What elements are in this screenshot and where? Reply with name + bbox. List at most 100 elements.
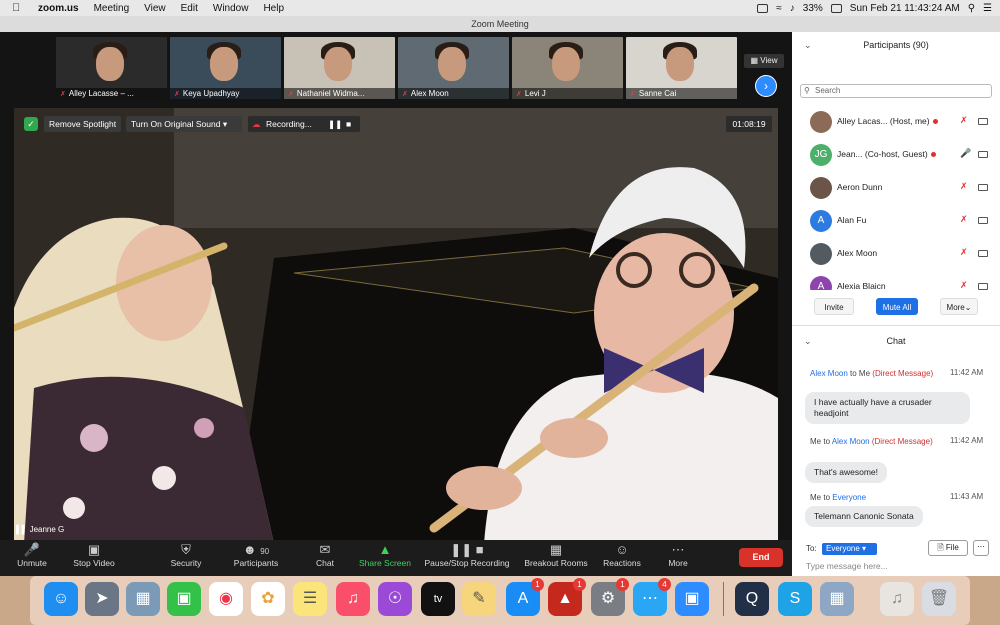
launchpad-icon[interactable]: ➤ xyxy=(85,582,119,616)
image-viewer-icon[interactable]: ▦ xyxy=(820,582,854,616)
mic-muted-icon[interactable]: ✗ xyxy=(960,115,968,126)
recipient-select[interactable]: Everyone ▾ xyxy=(822,543,877,555)
participant-row[interactable]: A Alexia Blaicn ✗ xyxy=(792,271,1000,290)
mic-muted-icon[interactable]: ✗ xyxy=(960,181,968,192)
speaker-name-label: Jeanne G xyxy=(29,525,65,534)
video-camera-icon[interactable] xyxy=(978,250,988,257)
menu-meeting[interactable]: Meeting xyxy=(94,3,130,14)
security-button[interactable]: ⛨ Security xyxy=(156,542,216,568)
system-preferences-icon[interactable]: ⚙ 1 xyxy=(591,578,629,616)
participants-icon: ☻ 90 xyxy=(242,542,270,557)
chat-message-input[interactable]: Type message here... xyxy=(806,561,888,571)
menu-edit[interactable]: Edit xyxy=(181,3,198,14)
security-shield-icon[interactable]: ✓ xyxy=(24,117,38,131)
music-document-icon[interactable]: ♫ xyxy=(880,582,914,616)
chrome-icon[interactable]: ◉ xyxy=(209,582,243,616)
chevron-down-icon: ⌄ xyxy=(964,303,972,312)
participant-row[interactable]: Alley Lacas... (Host, me) ✗ xyxy=(792,106,1000,139)
spotlight-search-icon[interactable]: ⚲ xyxy=(968,3,975,14)
more-button[interactable]: ⋯ More xyxy=(648,542,708,568)
facetime-icon[interactable]: ▣ xyxy=(167,582,201,616)
mic-muted-icon[interactable]: ✗ xyxy=(960,214,968,225)
thumbnail-0[interactable]: ✗ Alley Lacasse – ... xyxy=(56,37,167,99)
breakout-rooms-button[interactable]: ▦ Breakout Rooms xyxy=(520,542,592,568)
video-camera-icon[interactable] xyxy=(978,217,988,224)
invite-button[interactable]: Invite xyxy=(814,298,854,315)
file-button[interactable]: 🗎 File xyxy=(928,540,968,556)
unmute-button[interactable]: 🎤 Unmute xyxy=(2,542,62,568)
next-page-button[interactable]: › xyxy=(755,75,777,97)
direct-message-tag: (Direct Message) xyxy=(872,369,934,378)
more-dots-icon: ⋯ xyxy=(977,542,985,551)
security-label: Security xyxy=(170,558,202,568)
pause-recording-icon[interactable]: ❚❚ xyxy=(328,116,342,132)
zoom-icon[interactable]: ▣ xyxy=(675,582,709,616)
battery-icon[interactable] xyxy=(830,3,842,13)
meeting-toolbar: 🎤 Unmute ▣ Stop Video ⛨ Security ☻ 90 Partic… xyxy=(0,540,792,576)
thumbnail-4[interactable]: ✗ Levi J xyxy=(512,37,623,99)
remove-spotlight-button[interactable]: Remove Spotlight xyxy=(44,116,122,132)
chat-sender[interactable]: Alex Moon xyxy=(810,369,848,378)
app-store-icon[interactable]: A1 xyxy=(506,578,544,616)
zoom-window: Zoom Meeting ✗ Alley Lacasse – ... ✗ Keya … xyxy=(0,16,1000,576)
mic-muted-icon[interactable]: ✗ xyxy=(960,280,968,290)
share-screen-icon: ▲ xyxy=(378,542,392,557)
video-camera-icon[interactable] xyxy=(978,118,988,125)
quicktime-icon[interactable]: Q xyxy=(735,582,769,616)
chat-button[interactable]: ✉ Chat xyxy=(295,542,355,568)
pages-icon[interactable]: ✎ xyxy=(462,582,496,616)
control-center-icon[interactable]: ☰ xyxy=(983,3,992,14)
participants-search-input[interactable]: ⚲ Search xyxy=(800,84,992,98)
photos-icon[interactable]: ✿ xyxy=(251,582,285,616)
music-icon[interactable]: ♫ xyxy=(336,582,370,616)
participants-button[interactable]: ☻ 90 Participants xyxy=(226,542,286,568)
video-camera-icon[interactable] xyxy=(978,184,988,191)
video-camera-icon[interactable] xyxy=(978,151,988,158)
more-options-button[interactable]: More⌄ xyxy=(940,298,978,315)
thumbnail-3[interactable]: ✗ Alex Moon xyxy=(398,37,509,99)
apple-tv-icon[interactable]: tv xyxy=(421,582,455,616)
participant-row[interactable]: Aeron Dunn ✗ xyxy=(792,172,1000,205)
menu-window[interactable]: Window xyxy=(213,3,249,14)
finder-icon[interactable]: ☺ xyxy=(44,582,78,616)
zoom-status-icon[interactable] xyxy=(757,3,769,13)
acrobat-icon[interactable]: ▲ 1 xyxy=(548,578,586,616)
skype-icon[interactable]: S xyxy=(778,582,812,616)
menu-view[interactable]: View xyxy=(144,3,166,14)
participant-row[interactable]: JG Jean... (Co-host, Guest) 🎤 xyxy=(792,139,1000,172)
thumbnail-2[interactable]: ✗ Nathaniel Widma... xyxy=(284,37,395,99)
original-sound-button[interactable]: Turn On Original Sound ▾ xyxy=(126,116,242,132)
mute-all-button[interactable]: Mute All xyxy=(876,298,918,315)
thumbnail-5[interactable]: ✗ Sanne Cai xyxy=(626,37,737,99)
chevron-down-icon[interactable]: ▾ xyxy=(223,119,227,129)
chat-more-button[interactable]: ⋯ xyxy=(973,540,989,556)
chat-recipient[interactable]: Alex Moon xyxy=(832,437,870,446)
mic-icon[interactable]: 🎤 xyxy=(960,148,971,159)
stop-recording-icon[interactable]: ■ xyxy=(346,116,351,132)
chat-recipient[interactable]: Everyone xyxy=(832,493,866,502)
stop-video-button[interactable]: ▣ Stop Video xyxy=(64,542,124,568)
menu-help[interactable]: Help xyxy=(263,3,284,14)
volume-icon[interactable]: ♪ xyxy=(790,3,795,14)
participant-row[interactable]: A Alan Fu ✗ xyxy=(792,205,1000,238)
chat-title: Chat xyxy=(886,336,906,346)
end-meeting-button[interactable]: End xyxy=(739,548,783,567)
trash-icon[interactable]: 🗑 xyxy=(922,582,956,616)
notes-icon[interactable]: ☰ xyxy=(293,582,327,616)
preview-icon[interactable]: ▦ xyxy=(126,582,160,616)
messages-icon[interactable]: ⋯ 4 xyxy=(633,578,671,616)
apple-icon[interactable]:  xyxy=(12,2,26,14)
clock[interactable]: Sun Feb 21 11:43:24 AM xyxy=(850,3,960,14)
wifi-icon[interactable]: ≈ xyxy=(776,3,782,14)
pause-stop-recording-button[interactable]: ❚❚ ■ Pause/Stop Recording xyxy=(420,542,514,568)
menu-app[interactable]: zoom.us xyxy=(38,3,79,14)
video-camera-icon: ▣ xyxy=(87,542,101,557)
video-camera-icon[interactable] xyxy=(978,283,988,290)
view-button[interactable]: ▦ View xyxy=(744,54,784,68)
thumbnail-1[interactable]: ✗ Keya Upadhyay xyxy=(170,37,281,99)
mic-muted-icon[interactable]: ✗ xyxy=(960,247,968,258)
podcasts-icon[interactable]: ☉ xyxy=(378,582,412,616)
reactions-button[interactable]: ☺ Reactions xyxy=(592,542,652,568)
share-screen-button[interactable]: ▲ Share Screen xyxy=(355,542,415,568)
participant-row[interactable]: Alex Moon ✗ xyxy=(792,238,1000,271)
